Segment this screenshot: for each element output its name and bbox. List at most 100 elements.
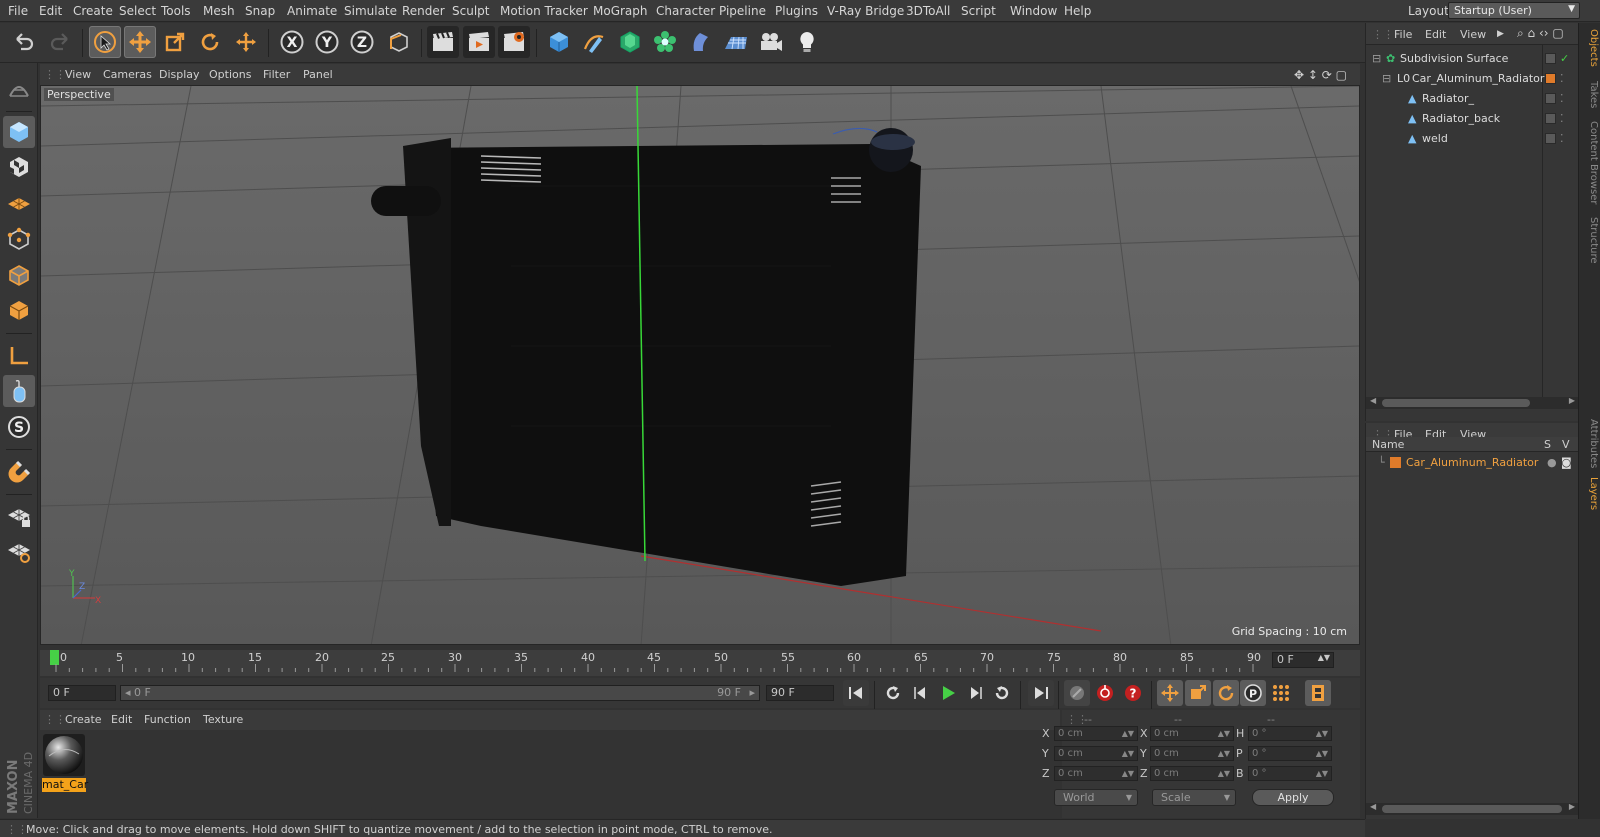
layer-color-swatch[interactable] [1390, 457, 1401, 468]
object-row[interactable]: ▲ Radiator_ ⁚ [1366, 89, 1579, 109]
tree-expand-icon[interactable]: ⊟ [1382, 72, 1391, 85]
end-frame-field[interactable]: 90 F [766, 685, 834, 701]
scroll-right-icon[interactable]: ▶ [1569, 396, 1575, 405]
object-row[interactable]: ▲ Radiator_back ⁚ [1366, 109, 1579, 129]
menu-select[interactable]: Select [119, 4, 156, 18]
solo-dot-icon[interactable]: ● [1547, 456, 1557, 469]
deformer-button[interactable] [685, 26, 717, 58]
motion-record-button[interactable] [1064, 680, 1090, 706]
current-frame-field[interactable]: 0 F ▲▼ [1272, 652, 1334, 668]
3d-viewport[interactable]: Y Z X Perspective Grid Spacing : 10 cm [40, 85, 1360, 645]
key-parameter-button[interactable]: P [1240, 680, 1266, 706]
model-mode-button[interactable] [3, 116, 35, 148]
go-to-end-button[interactable] [1028, 680, 1054, 706]
menu-mograph[interactable]: MoGraph [593, 4, 648, 18]
record-active-objects-button[interactable] [1092, 680, 1118, 706]
menu-motion-tracker[interactable]: Motion Tracker [500, 4, 588, 18]
menu-script[interactable]: Script [961, 4, 996, 18]
axis-mode-button[interactable] [3, 340, 35, 372]
scroll-left-icon[interactable]: ◀ [1370, 802, 1376, 811]
layer-color-swatch[interactable] [1545, 73, 1556, 84]
subdivision-generator-button[interactable] [614, 26, 646, 58]
cube-primitive-button[interactable] [543, 26, 575, 58]
menu-arrow-icon[interactable]: ▶ [1497, 29, 1504, 39]
viewport-menu-cameras[interactable]: Cameras [103, 68, 152, 81]
next-frame-button[interactable] [962, 680, 988, 706]
rotate-tool-button[interactable] [194, 26, 226, 58]
play-button[interactable] [935, 680, 961, 706]
tab-structure[interactable]: Structure [1581, 217, 1599, 264]
render-view-button[interactable] [427, 26, 459, 58]
tab-attributes[interactable]: Attributes [1581, 419, 1599, 468]
menu-3dtoall[interactable]: 3DToAll [906, 4, 950, 18]
rotation-b-field[interactable]: 0 ° ▲▼ [1248, 766, 1332, 781]
y-axis-lock-button[interactable]: Y [311, 26, 343, 58]
scale-tool-button[interactable] [159, 26, 191, 58]
z-axis-lock-button[interactable]: Z [346, 26, 378, 58]
workplane-mode-button[interactable] [3, 187, 35, 219]
scrollbar-thumb[interactable] [1382, 805, 1562, 813]
viewport-menu-view[interactable]: View [65, 68, 91, 81]
render-to-picture-viewer-button[interactable] [463, 26, 495, 58]
floor-scene-button[interactable] [720, 26, 752, 58]
menu-edit[interactable]: Edit [39, 4, 62, 18]
tab-takes[interactable]: Takes [1581, 81, 1599, 108]
snapping-button[interactable]: S [3, 411, 35, 443]
polygons-mode-button[interactable] [3, 294, 35, 326]
previous-key-button[interactable] [880, 680, 906, 706]
coordinate-system-button[interactable] [383, 26, 415, 58]
lock-workplane-button[interactable] [3, 500, 35, 532]
size-x-field[interactable]: 0 cm ▲▼ [1150, 726, 1234, 741]
scroll-left-icon[interactable]: ◀ [1370, 396, 1376, 405]
camera-button[interactable] [755, 26, 787, 58]
timeline-ruler[interactable]: 0 5 10 15 20 25 30 35 40 45 50 55 60 65 … [40, 650, 1360, 676]
key-rotation-button[interactable] [1213, 680, 1239, 706]
render-settings-button[interactable] [498, 26, 530, 58]
live-selection-button[interactable] [89, 26, 121, 58]
tab-objects[interactable]: Objects [1581, 29, 1599, 67]
rotation-p-field[interactable]: 0 ° ▲▼ [1248, 746, 1332, 761]
range-right-arrow-icon[interactable]: ▸ [749, 686, 755, 700]
scroll-right-icon[interactable]: ▶ [1569, 802, 1575, 811]
points-mode-button[interactable] [3, 223, 35, 255]
layout-select[interactable]: Startup (User) ▼ [1448, 2, 1580, 19]
position-y-field[interactable]: 0 cm ▲▼ [1054, 746, 1138, 761]
range-left-arrow-icon[interactable]: ◂ [125, 686, 134, 699]
viewport-menu-options[interactable]: Options [209, 68, 251, 81]
menu-pipeline[interactable]: Pipeline [719, 4, 766, 18]
visibility-toggle[interactable] [1545, 113, 1556, 124]
object-row[interactable]: ⊟ L0 Car_Aluminum_Radiator ⁚ [1366, 69, 1579, 89]
horizontal-scrollbar[interactable]: ◀ ▶ [1366, 396, 1579, 409]
redo-button[interactable] [44, 26, 76, 58]
planar-workplane-button[interactable] [3, 535, 35, 567]
timeline-window-button[interactable] [1305, 680, 1331, 706]
position-x-field[interactable]: 0 cm ▲▼ [1054, 726, 1138, 741]
menu-render[interactable]: Render [402, 4, 445, 18]
menu-create[interactable]: Create [73, 4, 113, 18]
object-panel-tool-icons[interactable]: ⌕ ⌂ ‹› ▢ [1517, 26, 1564, 41]
object-menu-file[interactable]: File [1394, 28, 1412, 41]
tweak-mode-button[interactable] [3, 375, 35, 407]
check-icon[interactable]: ✓ [1560, 52, 1569, 65]
eye-icon[interactable]: ◙ [1561, 456, 1572, 469]
magnet-button[interactable] [3, 456, 35, 488]
spline-pen-button[interactable] [578, 26, 610, 58]
menu-snap[interactable]: Snap [245, 4, 275, 18]
object-row[interactable]: ⊟ ✿ Subdivision Surface ✓ [1366, 49, 1579, 69]
apply-button[interactable]: Apply [1252, 789, 1334, 806]
go-to-start-button[interactable] [843, 680, 869, 706]
column-name[interactable]: Name [1372, 438, 1404, 451]
size-mode-select[interactable]: Scale ▼ [1152, 789, 1236, 806]
object-menu-edit[interactable]: Edit [1425, 28, 1446, 41]
layer-horizontal-scrollbar[interactable]: ◀ ▶ [1366, 802, 1579, 815]
autokeying-button[interactable]: ? [1120, 680, 1146, 706]
visibility-toggle[interactable] [1545, 53, 1556, 64]
menu-window[interactable]: Window [1010, 4, 1057, 18]
menu-character[interactable]: Character [656, 4, 715, 18]
menu-sculpt[interactable]: Sculpt [452, 4, 489, 18]
scrollbar-thumb[interactable] [1382, 399, 1530, 407]
next-key-button[interactable] [989, 680, 1015, 706]
x-axis-lock-button[interactable]: X [276, 26, 308, 58]
material-name-label[interactable]: mat_Car [42, 778, 88, 792]
viewport-nav-icons[interactable]: ✥ ↕ ⟳ ▢ [1294, 68, 1347, 82]
